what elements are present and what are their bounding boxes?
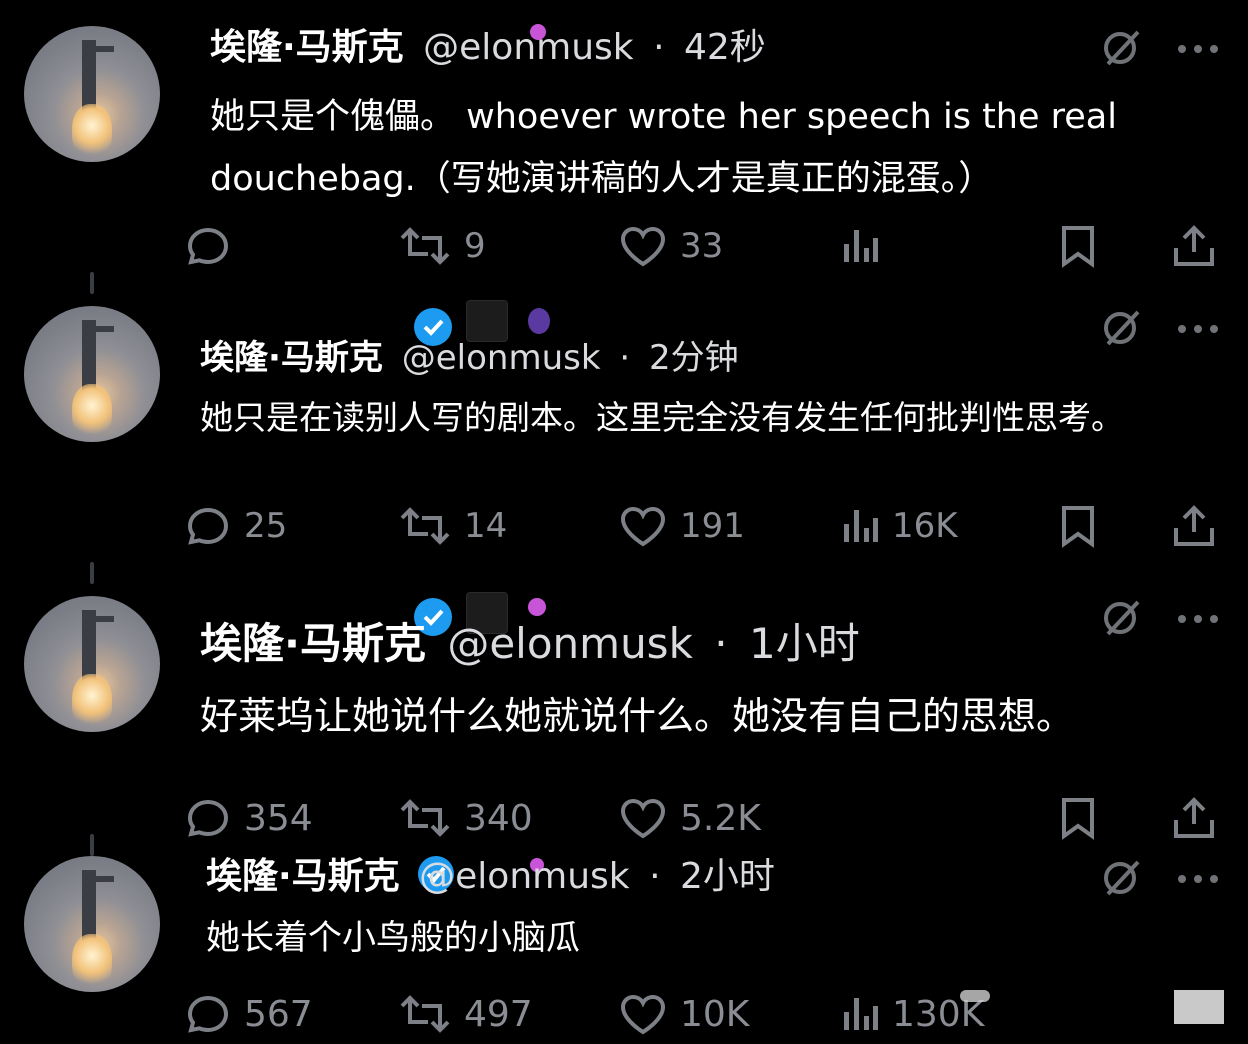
bookmark-button[interactable] — [1056, 216, 1100, 276]
post-time[interactable]: 42秒 — [684, 27, 766, 68]
share-button[interactable] — [1170, 788, 1218, 848]
separator-dot: · — [653, 27, 665, 68]
like-icon — [620, 994, 666, 1035]
like-count: 10K — [680, 993, 750, 1035]
grok-icon[interactable] — [1100, 306, 1144, 354]
post-text-line: 她只是在读别人写的剧本。这里完全没有发生任何批判性思考。 — [200, 398, 1124, 437]
repost-icon — [400, 227, 450, 265]
reply-icon — [187, 995, 229, 1033]
like-count: 33 — [680, 226, 724, 266]
reply-count: 567 — [244, 993, 313, 1035]
share-icon — [1174, 505, 1214, 546]
author-name[interactable]: 埃隆·马斯克 — [200, 338, 383, 378]
share-icon — [1174, 225, 1214, 266]
post-4[interactable]: 埃隆·马斯克 @elonmusk · 2小时 她长着个小鸟般的小脑瓜 567 4… — [0, 850, 1248, 1035]
more-icon[interactable] — [1176, 610, 1220, 629]
reply-icon — [187, 507, 229, 545]
author-handle[interactable]: @elonmusk — [419, 856, 629, 897]
separator-dot: · — [619, 338, 631, 378]
repost-icon — [400, 507, 450, 545]
repost-count: 14 — [464, 506, 508, 546]
repost-count: 340 — [464, 797, 533, 839]
share-button[interactable] — [1170, 216, 1218, 276]
repost-count: 9 — [464, 226, 486, 266]
more-icon[interactable] — [1176, 40, 1220, 59]
views-icon — [844, 230, 878, 262]
author-name[interactable]: 埃隆·马斯克 — [210, 27, 404, 68]
post-3[interactable]: 埃隆·马斯克 @elonmusk · 1小时 好莱坞让她说什么她就说什么。她没有… — [0, 580, 1248, 850]
repost-button[interactable]: 340 — [398, 788, 533, 848]
avatar[interactable] — [24, 306, 160, 442]
post-text: 好莱坞让她说什么她就说什么。她没有自己的思想。 — [200, 690, 1074, 742]
bookmark-icon — [1062, 226, 1094, 268]
post-text-line: 她只是个傀儡。 whoever wrote her speech is the … — [210, 97, 1117, 137]
reply-count: 25 — [244, 506, 288, 546]
badge-dot — [528, 598, 546, 616]
like-button[interactable]: 10K — [618, 984, 749, 1044]
grok-icon[interactable] — [1100, 596, 1144, 644]
repost-icon — [400, 995, 450, 1033]
views-icon — [844, 510, 878, 542]
reply-icon — [187, 227, 229, 265]
views-icon — [844, 998, 878, 1030]
bookmark-icon — [1062, 798, 1094, 840]
reply-icon — [187, 799, 229, 837]
author-name[interactable]: 埃隆·马斯克 — [206, 856, 400, 897]
views-button[interactable]: 16K — [840, 496, 958, 556]
post-time[interactable]: 2小时 — [680, 856, 775, 897]
more-icon[interactable] — [1176, 870, 1220, 889]
avatar[interactable] — [24, 26, 160, 162]
bookmark-button[interactable] — [1056, 496, 1100, 556]
like-count: 5.2K — [680, 797, 761, 839]
reply-button[interactable] — [184, 216, 244, 276]
reply-button[interactable]: 567 — [184, 984, 313, 1044]
repost-icon — [400, 799, 450, 837]
avatar[interactable] — [24, 856, 160, 992]
badge-dot — [530, 24, 546, 40]
post-text-line: 她长着个小鸟般的小脑瓜 — [206, 918, 580, 958]
share-icon — [1174, 797, 1214, 838]
grok-icon[interactable] — [1100, 856, 1144, 904]
repost-button[interactable]: 14 — [398, 496, 507, 556]
repost-button[interactable]: 497 — [398, 984, 533, 1044]
post-time[interactable]: 2分钟 — [649, 338, 739, 378]
reply-button[interactable]: 354 — [184, 788, 313, 848]
views-count: 16K — [892, 506, 958, 546]
author-name[interactable]: 埃隆·马斯克 — [200, 619, 426, 668]
like-button[interactable]: 5.2K — [618, 788, 761, 848]
grok-icon[interactable] — [1100, 26, 1144, 74]
separator-dot: · — [649, 856, 661, 897]
separator-dot: · — [714, 619, 728, 668]
repost-count: 497 — [464, 993, 533, 1035]
bookmark-button[interactable] — [1056, 788, 1100, 848]
avatar[interactable] — [24, 596, 160, 732]
like-button[interactable]: 33 — [618, 216, 723, 276]
like-count: 191 — [680, 506, 745, 546]
views-button[interactable] — [840, 216, 892, 276]
post-text-line: douchebag.（写她演讲稿的人才是真正的混蛋。） — [210, 159, 994, 199]
author-handle[interactable]: @elonmusk — [423, 27, 633, 68]
post-text: 她只是在读别人写的剧本。这里完全没有发生任何批判性思考。 — [200, 394, 1124, 442]
repost-button[interactable]: 9 — [398, 216, 486, 276]
post-1[interactable]: 埃隆·马斯克 @elonmusk · 42秒 她只是个傀儡。 whoever w… — [0, 0, 1248, 290]
post-time[interactable]: 1小时 — [749, 619, 860, 668]
like-icon — [620, 506, 666, 547]
author-handle[interactable]: @elonmusk — [447, 619, 693, 668]
reply-button[interactable]: 25 — [184, 496, 287, 556]
reply-count: 354 — [244, 797, 313, 839]
post-text: 她长着个小鸟般的小脑瓜 — [206, 914, 580, 962]
watermark-blur — [960, 990, 990, 1002]
like-icon — [620, 226, 666, 267]
post-2[interactable]: 埃隆·马斯克 @elonmusk · 2分钟 她只是在读别人写的剧本。这里完全没… — [0, 290, 1248, 580]
post-text: 她只是个傀儡。 whoever wrote her speech is the … — [210, 86, 1117, 210]
watermark-block — [1174, 990, 1224, 1024]
badge-dot — [528, 308, 550, 334]
share-button[interactable] — [1170, 496, 1218, 556]
like-button[interactable]: 191 — [618, 496, 745, 556]
bookmark-icon — [1062, 506, 1094, 548]
like-icon — [620, 798, 666, 839]
post-text-line: 好莱坞让她说什么她就说什么。她没有自己的思想。 — [200, 694, 1075, 738]
more-icon[interactable] — [1176, 320, 1220, 339]
author-handle[interactable]: @elonmusk — [402, 338, 601, 378]
